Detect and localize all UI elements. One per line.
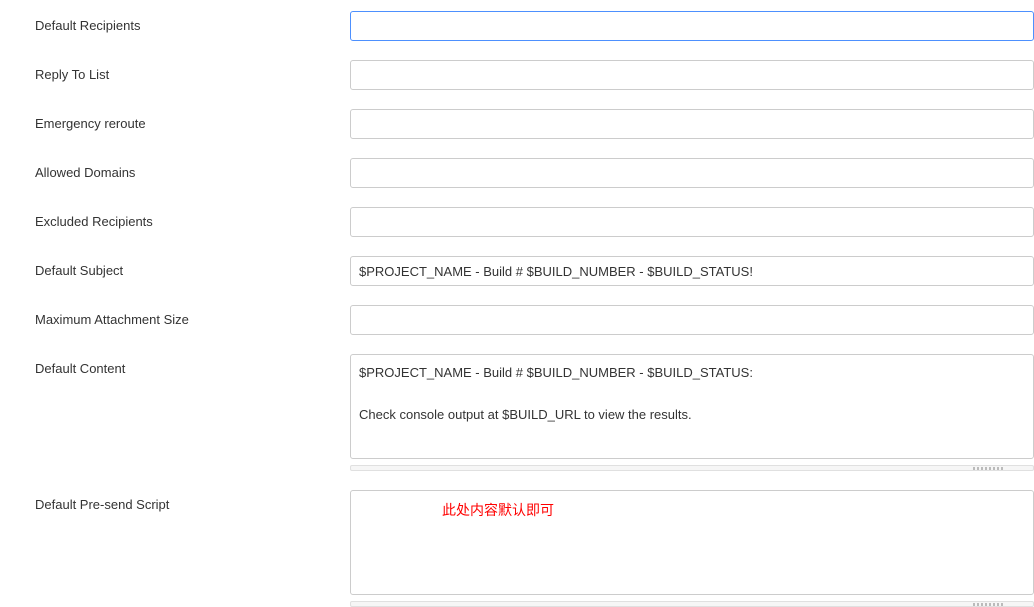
cell-default-presend-script: 此处内容默认即可 xyxy=(350,483,1034,607)
input-default-subject[interactable] xyxy=(350,256,1034,286)
label-default-subject: Default Subject xyxy=(0,249,350,278)
label-allowed-domains: Allowed Domains xyxy=(0,151,350,180)
row-default-subject: Default Subject xyxy=(0,249,1034,286)
row-default-recipients: Default Recipients xyxy=(0,4,1034,41)
label-default-content: Default Content xyxy=(0,347,350,376)
textarea-default-content[interactable]: $PROJECT_NAME - Build # $BUILD_NUMBER - … xyxy=(350,354,1034,459)
input-emergency-reroute[interactable] xyxy=(350,109,1034,139)
label-default-presend-script: Default Pre-send Script xyxy=(0,483,350,512)
row-maximum-attachment-size: Maximum Attachment Size xyxy=(0,298,1034,335)
textarea-default-presend-script[interactable] xyxy=(350,490,1034,595)
cell-maximum-attachment-size xyxy=(350,298,1034,335)
cell-reply-to xyxy=(350,53,1034,90)
label-default-recipients: Default Recipients xyxy=(0,4,350,33)
cell-emergency-reroute xyxy=(350,102,1034,139)
cell-default-content: $PROJECT_NAME - Build # $BUILD_NUMBER - … xyxy=(350,347,1034,471)
row-default-presend-script: Default Pre-send Script 此处内容默认即可 xyxy=(0,483,1034,607)
cell-excluded-recipients xyxy=(350,200,1034,237)
input-excluded-recipients[interactable] xyxy=(350,207,1034,237)
row-reply-to: Reply To List xyxy=(0,53,1034,90)
input-allowed-domains[interactable] xyxy=(350,158,1034,188)
input-maximum-attachment-size[interactable] xyxy=(350,305,1034,335)
cell-default-recipients xyxy=(350,4,1034,41)
cell-default-subject xyxy=(350,249,1034,286)
row-excluded-recipients: Excluded Recipients xyxy=(0,200,1034,237)
form-container: Default Recipients Reply To List Emergen… xyxy=(0,4,1034,607)
input-default-recipients[interactable] xyxy=(350,11,1034,41)
label-excluded-recipients: Excluded Recipients xyxy=(0,200,350,229)
label-emergency-reroute: Emergency reroute xyxy=(0,102,350,131)
label-maximum-attachment-size: Maximum Attachment Size xyxy=(0,298,350,327)
resize-handle-presend[interactable] xyxy=(350,601,1034,607)
row-allowed-domains: Allowed Domains xyxy=(0,151,1034,188)
cell-allowed-domains xyxy=(350,151,1034,188)
row-default-content: Default Content $PROJECT_NAME - Build # … xyxy=(0,347,1034,471)
input-reply-to[interactable] xyxy=(350,60,1034,90)
resize-handle-content[interactable] xyxy=(350,465,1034,471)
row-emergency-reroute: Emergency reroute xyxy=(0,102,1034,139)
label-reply-to: Reply To List xyxy=(0,53,350,82)
